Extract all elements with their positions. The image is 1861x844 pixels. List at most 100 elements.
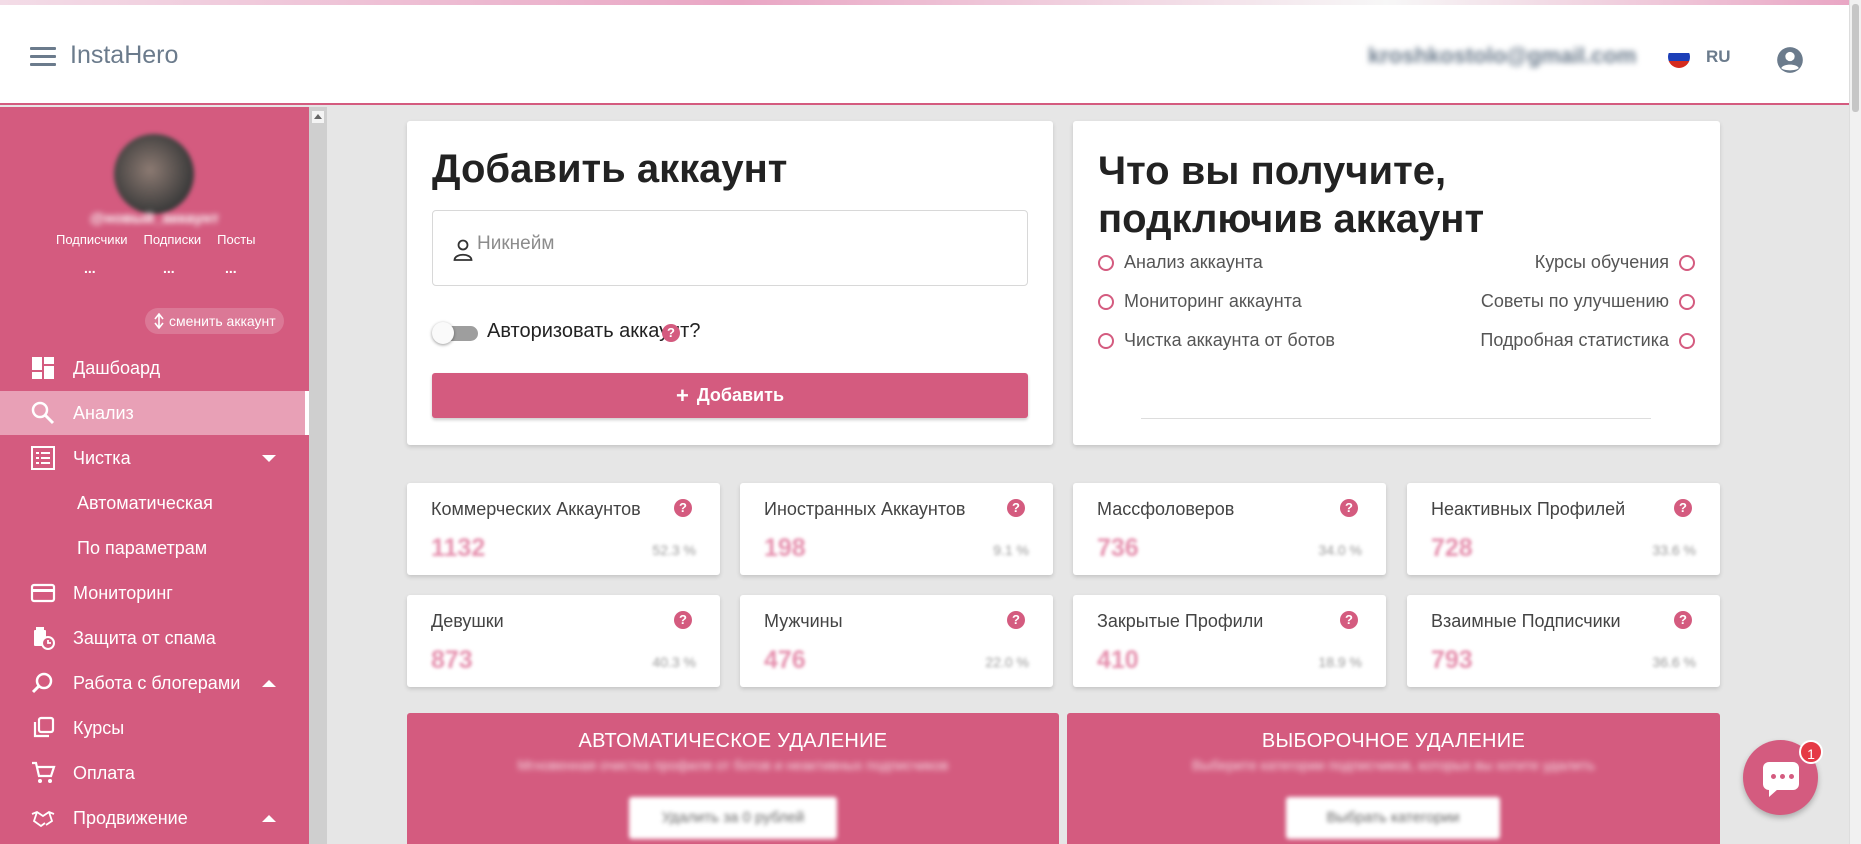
add-account-button[interactable]: + Добавить: [432, 373, 1028, 418]
stat-value: 793: [1431, 646, 1473, 674]
stat-card-commercial: Коммерческих Аккаунтов ? 1132 52.3 %: [407, 483, 720, 575]
stat-value: 410: [1097, 646, 1139, 674]
spam-protection-icon: [34, 627, 55, 650]
stat-value: 728: [1431, 534, 1473, 562]
sidebar-username: @новый_аккаунт: [90, 210, 219, 227]
chat-widget-button[interactable]: 1: [1743, 740, 1823, 815]
sidebar-item-promotion[interactable]: Продвижение: [0, 796, 309, 840]
authorize-toggle[interactable]: [432, 322, 478, 344]
posts-value: ...: [225, 260, 237, 276]
stat-value: 198: [764, 534, 806, 562]
user-email: kroshkostolo@gmail.com: [1368, 43, 1637, 68]
stat-card-foreign: Иностранных Аккаунтов ? 198 9.1 %: [740, 483, 1053, 575]
chat-bubble-icon: [1763, 762, 1799, 797]
benefit-label: Подробная статистика: [1480, 330, 1669, 350]
account-circle-icon[interactable]: [1776, 46, 1804, 74]
help-icon[interactable]: ?: [662, 324, 680, 342]
benefit-label: Курсы обучения: [1534, 252, 1669, 272]
stat-label: Иностранных Аккаунтов: [764, 499, 966, 519]
chevron-up-icon[interactable]: [262, 814, 276, 822]
stat-percent: 36.6 %: [1652, 654, 1696, 670]
nickname-input[interactable]: [477, 233, 977, 255]
add-account-card: Добавить аккаунт Авторизовать аккаунт? ?…: [407, 121, 1053, 445]
stat-percent: 34.0 %: [1318, 542, 1362, 558]
sidebar-item-payment[interactable]: Оплата: [0, 751, 309, 795]
stat-card-women: Девушки ? 873 40.3 %: [407, 595, 720, 687]
chevron-up-icon[interactable]: [262, 679, 276, 687]
search-icon: [31, 401, 55, 425]
sidebar-item-cleaning[interactable]: Чистка: [0, 436, 309, 480]
russia-flag-icon[interactable]: [1668, 46, 1690, 68]
hamburger-menu-icon[interactable]: [30, 47, 56, 67]
benefits-card: Что вы получите, подключив аккаунт Анали…: [1073, 121, 1720, 445]
sidebar-item-label: Курсы: [73, 717, 125, 738]
help-icon[interactable]: ?: [1674, 611, 1692, 629]
stat-value: 736: [1097, 534, 1139, 562]
cart-icon: [32, 761, 56, 783]
sidebar-item-label: Анализ: [73, 402, 134, 423]
radio-circle-icon: [1098, 293, 1114, 310]
notification-badge: 1: [1799, 740, 1823, 764]
help-icon[interactable]: ?: [674, 499, 692, 517]
chevron-down-icon[interactable]: [262, 454, 276, 462]
stat-label: Неактивных Профилей: [1431, 499, 1626, 519]
add-button-label: Добавить: [696, 385, 785, 405]
help-icon[interactable]: ?: [1674, 499, 1692, 517]
radio-circle-icon: [1679, 332, 1695, 349]
sidebar-item-bloggers[interactable]: Работа с блогерами: [0, 661, 309, 705]
radio-circle-icon: [1098, 254, 1114, 271]
following-value: ...: [163, 260, 175, 276]
stat-card-inactive: Неактивных Профилей ? 728 33.6 %: [1407, 483, 1720, 575]
stat-label: Массфоловеров: [1097, 499, 1235, 519]
help-icon[interactable]: ?: [1007, 611, 1025, 629]
avatar[interactable]: [114, 134, 194, 214]
sidebar-item-automatic[interactable]: Автоматическая: [0, 481, 309, 525]
sidebar-item-by-params[interactable]: По параметрам: [0, 526, 309, 570]
help-icon[interactable]: ?: [674, 611, 692, 629]
scroll-up-arrow-icon[interactable]: [312, 111, 324, 123]
sidebar-item-label: Мониторинг: [73, 582, 173, 603]
stat-card-mutual: Взаимные Подписчики ? 793 36.6 %: [1407, 595, 1720, 687]
benefit-item: Чистка аккаунта от ботов: [1098, 330, 1335, 351]
sidebar-item-label: Чистка: [73, 447, 131, 468]
benefit-item: Курсы обучения: [1535, 252, 1695, 273]
stat-percent: 22.0 %: [985, 654, 1029, 670]
selective-removal-subtitle: Выберите категории подписчиков, которых …: [1192, 757, 1595, 773]
list-icon: [31, 446, 55, 470]
benefit-item: Мониторинг аккаунта: [1098, 291, 1302, 312]
plus-icon: +: [675, 382, 689, 408]
stat-card-private: Закрытые Профили ? 410 18.9 %: [1073, 595, 1386, 687]
sidebar-item-courses[interactable]: Курсы: [0, 706, 309, 750]
sidebar-item-dashboard[interactable]: Дашбоард: [0, 346, 309, 390]
card-icon: [30, 583, 56, 603]
benefit-item: Советы по улучшению: [1481, 291, 1695, 312]
stat-percent: 40.3 %: [652, 654, 696, 670]
sidebar-item-spam-protection[interactable]: Защита от спама: [0, 616, 309, 660]
profile-stat-labels: Подписчики Подписки Посты: [56, 232, 256, 247]
benefits-title: Что вы получите, подключив аккаунт: [1098, 149, 1485, 241]
help-icon[interactable]: ?: [1007, 499, 1025, 517]
nickname-field[interactable]: [432, 210, 1028, 286]
auto-removal-panel: АВТОМАТИЧЕСКОЕ УДАЛЕНИЕ Мгновенная очист…: [407, 713, 1059, 844]
app-header: InstaHero kroshkostolo@gmail.com RU: [0, 5, 1849, 105]
language-selector[interactable]: RU: [1706, 47, 1731, 67]
brand-logo[interactable]: InstaHero: [70, 41, 178, 70]
stat-percent: 18.9 %: [1318, 654, 1362, 670]
page-scrollbar[interactable]: [1849, 0, 1861, 844]
sidebar-item-analysis[interactable]: Анализ: [0, 391, 309, 435]
switch-account-button[interactable]: сменить аккаунт: [145, 308, 284, 334]
sidebar-scrollbar[interactable]: [309, 107, 327, 844]
sidebar-item-monitoring[interactable]: Мониторинг: [0, 571, 309, 615]
benefit-item: Подробная статистика: [1480, 330, 1695, 351]
sidebar-item-label: Защита от спама: [73, 627, 216, 648]
help-icon[interactable]: ?: [1340, 499, 1358, 517]
selective-removal-button[interactable]: Выбрать категории: [1286, 797, 1500, 839]
auto-removal-button[interactable]: Удалить за 0 рублей: [629, 797, 837, 839]
radio-circle-icon: [1679, 254, 1695, 271]
sidebar-item-label: По параметрам: [77, 537, 208, 558]
benefit-label: Чистка аккаунта от ботов: [1124, 330, 1335, 350]
person-icon: [453, 239, 473, 261]
benefit-label: Советы по улучшению: [1480, 291, 1669, 311]
help-icon[interactable]: ?: [1340, 611, 1358, 629]
stat-label: Мужчины: [764, 611, 843, 631]
